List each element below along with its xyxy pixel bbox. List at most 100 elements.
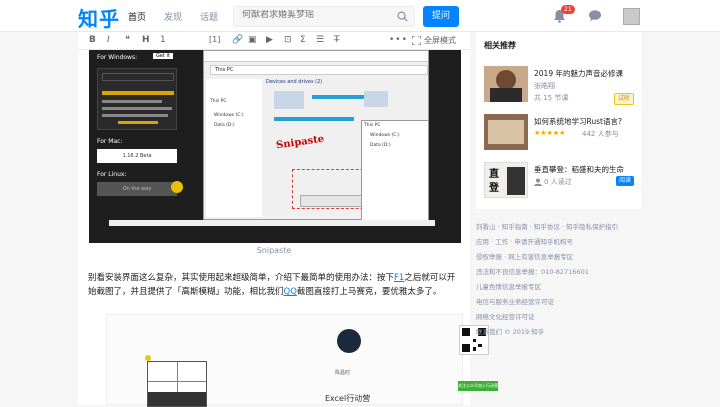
recommend-title[interactable]: 如何系统地学习Rust语言? [534, 116, 622, 127]
search-box[interactable] [233, 6, 415, 27]
footer-culture-license[interactable]: 网络文化经营许可证 [476, 310, 641, 325]
formula-icon[interactable]: Σ [300, 35, 306, 45]
reader-icon [534, 178, 542, 186]
footer-report[interactable]: 侵权举报 · 网上有害信息举报专区 [476, 250, 641, 265]
message-icon[interactable] [588, 9, 602, 22]
ebook-thumbnail: 直 登 [484, 162, 528, 198]
user-avatar[interactable] [623, 8, 640, 25]
version-line [102, 107, 172, 110]
listen-button[interactable]: 试听 [613, 93, 634, 105]
zhihu-logo[interactable]: 知乎 [78, 3, 120, 32]
linux-label: For Linux: [97, 171, 127, 178]
image-icon[interactable]: ▣ [248, 35, 257, 45]
reference-icon[interactable]: [1] [209, 35, 220, 44]
drive-c-icon[interactable] [274, 91, 304, 109]
article-paragraph: 别看安装界面这么复杂，其实使用起来超级简单，介绍下最简单的使用办法：按下F1之后… [88, 271, 463, 299]
snipaste-screenshot: For Windows: Get it For Mac: 1.16.2 Beta… [89, 50, 461, 243]
mac-download-button[interactable]: 1.16.2 Beta [97, 149, 177, 163]
nav-discover[interactable]: 发现 [164, 10, 182, 23]
more-icon[interactable]: ••• [389, 35, 408, 45]
ebook-cover-text: 登 [489, 183, 499, 194]
profile-name: 陈昌时 [335, 370, 351, 376]
recommend-item[interactable]: 如何系统地学习Rust语言? ★★★★★ 442 人参与 [484, 114, 634, 152]
version-line [118, 121, 158, 124]
recommend-author: 张皓翔 [534, 82, 555, 90]
read-button[interactable]: 阅读 [615, 176, 634, 186]
version-line [102, 114, 168, 117]
explorer-titlebar [204, 51, 428, 62]
recommend-title[interactable]: 2019 年的魅力声音必修课 [534, 68, 623, 79]
fullscreen-icon[interactable] [412, 36, 421, 45]
folder-bar [274, 117, 354, 121]
tree-drive-d[interactable]: Data (D:) [214, 123, 235, 128]
link-qq[interactable]: QQ [284, 287, 297, 297]
footer-links[interactable]: 刘看山 · 知乎指南 · 知乎协议 · 知乎隐私保护指引 [476, 220, 641, 235]
bold-icon[interactable]: B [89, 35, 96, 45]
version-bar [102, 91, 174, 95]
windows-get-button[interactable]: Get it [153, 53, 173, 59]
divider-icon[interactable]: ☰ [316, 35, 324, 45]
notification-badge: 21 [561, 5, 575, 14]
footer-phone: 违法和不良信息举报：010-82716601 [476, 268, 589, 276]
course-thumbnail [484, 66, 528, 102]
ebook-figure [507, 167, 525, 195]
linux-button[interactable]: On the way [97, 182, 177, 196]
drive-d-icon[interactable] [364, 91, 388, 107]
footer-links[interactable]: 应用 · 工作 · 申请开通知乎机构号 [476, 235, 641, 250]
course-title: Excel行动营 [325, 394, 371, 403]
site-footer: 刘看山 · 知乎指南 · 知乎协议 · 知乎隐私保护指引 应用 · 工作 · 申… [476, 220, 641, 340]
footer-license[interactable]: 电信与服务业务经营许可证 [476, 295, 641, 310]
address-bar[interactable]: This PC [210, 65, 428, 75]
fullscreen-label[interactable]: 全屏模式 [424, 35, 456, 46]
cursor-highlight [171, 181, 183, 193]
nav-home[interactable]: 首页 [128, 10, 146, 23]
heading-icon[interactable]: H [142, 35, 150, 45]
ordered-list-icon[interactable]: 1 [160, 35, 166, 45]
rating-stars: ★★★★★ [534, 129, 566, 137]
quote-icon[interactable]: ❝ [125, 35, 130, 45]
version-line [102, 100, 162, 103]
recommend-meta: 共 15 节课 [534, 94, 569, 102]
recommend-title[interactable]: 垂直攀登：稻盛和夫的生命 [534, 164, 624, 175]
italic-icon[interactable]: I [107, 35, 110, 45]
person-head [496, 70, 516, 90]
ask-question-button[interactable]: 提问 [423, 6, 459, 27]
color-readout [148, 392, 206, 406]
editor-toolbar: B I ❝ H 1 [1] 🔗 ▣ ▶ ⊡ Σ ☰ T̶ ••• 全屏模式 [78, 32, 470, 50]
profile-avatar [337, 329, 361, 353]
sidebar-title: 相关推荐 [484, 41, 516, 50]
explorer-tree: This PC Windows (C:) Data (D:) [206, 79, 262, 217]
version-row [102, 73, 174, 81]
popup-title: This PC [364, 123, 381, 128]
follow-wechat-button[interactable]: 关注公众号加入行动营 [458, 381, 498, 391]
clear-format-icon[interactable]: T̶ [334, 35, 340, 45]
related-recommendations: 相关推荐 2019 年的魅力声音必修课 张皓翔 共 15 节课 试听 如何系统地… [476, 32, 641, 209]
explorer-popup: This PC Windows (C:) Data (D:) [361, 120, 429, 224]
popup-drive-d[interactable]: Data (D:) [370, 143, 391, 148]
search-icon[interactable] [397, 11, 408, 22]
card-icon[interactable]: ⊡ [284, 35, 292, 45]
drive-c-usage [312, 95, 372, 99]
recommend-item[interactable]: 2019 年的魅力声音必修课 张皓翔 共 15 节课 试听 [484, 66, 634, 105]
image-caption: Snipaste [256, 246, 292, 255]
tree-drive-c[interactable]: Windows (C:) [214, 113, 244, 118]
main-nav: 首页 发现 话题 [128, 10, 218, 23]
cursor-dot [145, 355, 151, 361]
footer-contact[interactable]: 联系我们 © 2019 知乎 [476, 325, 641, 340]
popup-drive-c[interactable]: Windows (C:) [370, 133, 400, 138]
mac-label: For Mac: [97, 138, 123, 145]
footer-child-report[interactable]: 儿童色情信息举报专区 [476, 280, 641, 295]
video-icon[interactable]: ▶ [266, 35, 273, 45]
article-editor: B I ❝ H 1 [1] 🔗 ▣ ▶ ⊡ Σ ☰ T̶ ••• 全屏模式 Fo… [78, 32, 498, 407]
top-bar: 知乎 首页 发现 话题 提问 21 [0, 0, 720, 32]
windows-versions [97, 68, 177, 130]
excel-screenshot: 陈昌时 Excel行动营 关注公众号加入行动营 [106, 314, 498, 407]
link-icon[interactable]: 🔗 [232, 35, 243, 45]
nav-topics[interactable]: 话题 [200, 10, 218, 23]
tree-this-pc[interactable]: This PC [210, 99, 226, 104]
recommend-item[interactable]: 直 登 垂直攀登：稻盛和夫的生命 0 人读过 阅读 [484, 162, 634, 200]
drives-label: Devices and drives (2) [266, 79, 323, 85]
download-panel: For Windows: Get it For Mac: 1.16.2 Beta… [97, 50, 183, 243]
search-input[interactable] [242, 10, 392, 20]
link-f1[interactable]: F1 [394, 273, 404, 283]
